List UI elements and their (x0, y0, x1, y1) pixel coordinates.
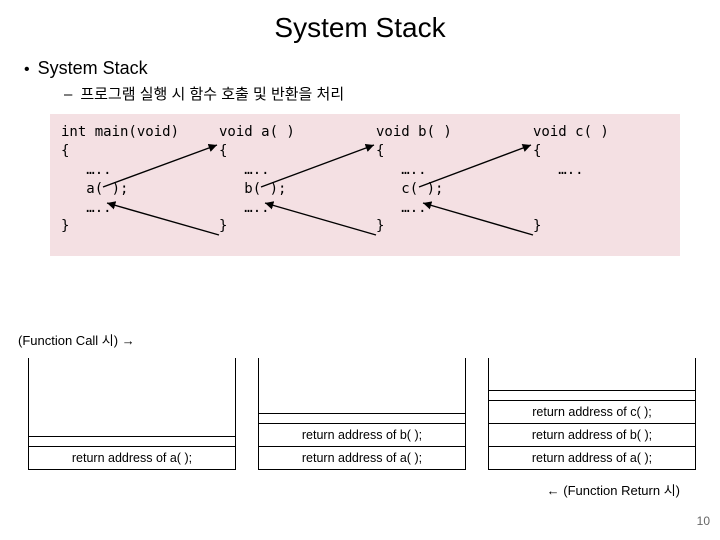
page-number: 10 (697, 514, 710, 528)
bullet2-text: 프로그램 실행 시 함수 호출 및 반환을 처리 (80, 83, 344, 104)
bullets: • System Stack – 프로그램 실행 시 함수 호출 및 반환을 처… (24, 58, 720, 104)
stack2-frame-a: return address of a( ); (259, 446, 465, 469)
bullet1-text: System Stack (38, 58, 148, 79)
stack2-frame-b: return address of b( ); (259, 423, 465, 446)
stack-diagrams: return address of a( ); return address o… (28, 358, 696, 470)
page-title: System Stack (0, 0, 720, 44)
stack3-frame-b: return address of b( ); (489, 423, 695, 446)
bullet2-marker: – (64, 86, 72, 103)
stack3-frame-a: return address of a( ); (489, 446, 695, 469)
function-call-label: (Function Call 시) → (18, 330, 135, 349)
code-main: int main(void) { ….. a( ); ….. } (61, 123, 179, 236)
stack-1: return address of a( ); (28, 358, 236, 470)
stack3-frame-c: return address of c( ); (489, 400, 695, 423)
code-b: void b( ) { ….. c( ); ….. } (376, 123, 452, 236)
code-c: void c( ) { ….. } (533, 123, 609, 236)
code-a: void a( ) { ….. b( ); ….. } (219, 123, 295, 236)
stack1-frame-a: return address of a( ); (29, 446, 235, 469)
function-return-label: ← (Function Return 시) (547, 480, 680, 499)
code-box: int main(void) { ….. a( ); ….. } void a(… (50, 114, 680, 256)
stack-2: return address of b( ); return address o… (258, 358, 466, 470)
bullet1-marker: • (24, 61, 30, 79)
stack-3: return address of c( ); return address o… (488, 358, 696, 470)
